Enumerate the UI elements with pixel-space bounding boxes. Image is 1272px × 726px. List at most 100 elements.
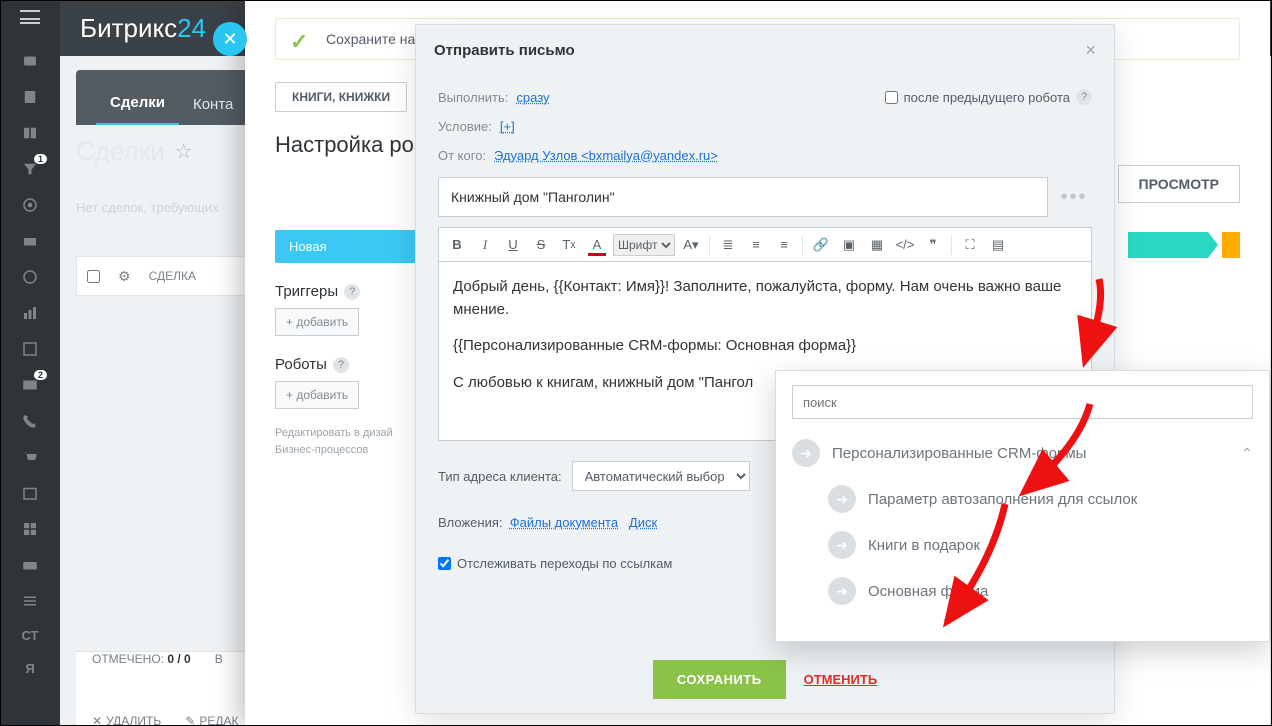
picker-group-label: Персонализированные CRM-формы: [832, 445, 1086, 462]
tab-deals[interactable]: Сделки: [96, 82, 179, 125]
favorite-icon[interactable]: ☆: [175, 139, 193, 164]
rail-phone-icon[interactable]: [19, 412, 41, 430]
condition-label: Условие:: [438, 119, 492, 134]
from-label: От кого:: [438, 148, 486, 163]
menu-icon[interactable]: [20, 10, 40, 24]
attach-docs-link[interactable]: Файлы документа: [510, 515, 618, 530]
table-icon[interactable]: ▦: [865, 233, 889, 257]
rail-cart-icon[interactable]: [19, 448, 41, 466]
fullscreen-icon[interactable]: ⛶: [958, 233, 982, 257]
tab-contacts[interactable]: Конта: [179, 84, 247, 125]
rail-apps-icon[interactable]: [19, 520, 41, 538]
rail-funnel-icon[interactable]: 1: [19, 160, 41, 178]
add-trigger-button[interactable]: + добавить: [275, 308, 359, 336]
editor-toolbar: B I U S Tx A Шрифт A▾ ≣ ≡ ≡ 🔗 ▣ ▦ </> ❞ …: [438, 227, 1092, 261]
select-all-checkbox[interactable]: [87, 270, 100, 283]
font-select[interactable]: Шрифт: [613, 234, 675, 256]
number-list-icon[interactable]: ≡: [744, 233, 768, 257]
subject-input[interactable]: [438, 177, 1048, 217]
addr-type-select[interactable]: Автоматический выбор: [572, 461, 750, 491]
rail-sliders-icon[interactable]: [19, 592, 41, 610]
attach-disk-link[interactable]: Диск: [629, 515, 657, 530]
execute-label: Выполнить:: [438, 90, 508, 105]
pipeline-button[interactable]: КНИГИ, КНИЖКИ: [275, 82, 407, 112]
modal-close-icon[interactable]: ×: [1085, 40, 1096, 61]
bullet-list-icon[interactable]: ≣: [716, 233, 740, 257]
image-icon[interactable]: ▣: [837, 233, 861, 257]
attach-label: Вложения:: [438, 515, 503, 530]
footer-edit[interactable]: ✎ РЕДАК: [185, 714, 238, 726]
clear-format-icon[interactable]: Tx: [557, 233, 581, 257]
empty-deals-text: Нет сделок, требующих: [76, 200, 219, 215]
picker-item[interactable]: ➜ Параметр автозаполнения для ссылок: [828, 485, 1253, 513]
after-prev-checkbox[interactable]: [885, 91, 898, 104]
footer-delete[interactable]: ✕ УДАЛИТЬ: [92, 714, 161, 726]
from-link[interactable]: Эдуард Узлов <bxmailya@yandex.ru>: [494, 148, 718, 163]
settings-icon[interactable]: ▤: [986, 233, 1010, 257]
rail-android-icon[interactable]: [19, 52, 41, 70]
preview-button[interactable]: ПРОСМОТР: [1118, 165, 1240, 203]
rail-book-icon[interactable]: [19, 124, 41, 142]
page-title: Сделки: [76, 136, 165, 167]
align-icon[interactable]: ≡: [772, 233, 796, 257]
save-button[interactable]: СОХРАНИТЬ: [653, 660, 786, 699]
modal-footer: СОХРАНИТЬ ОТМЕНИТЬ: [416, 645, 1114, 713]
brand-name: Битрикс: [80, 13, 177, 44]
editor-line: {{Персонализированные CRM-формы: Основна…: [453, 335, 1077, 358]
execute-value-link[interactable]: сразу: [516, 90, 549, 105]
rail-badge: 1: [34, 154, 47, 164]
picker-item-label: Книги в подарок: [868, 537, 980, 554]
condition-link[interactable]: [+]: [500, 119, 515, 134]
font-color-icon[interactable]: A: [585, 233, 609, 257]
picker-item[interactable]: ➜ Книги в подарок: [828, 531, 1253, 559]
rail-badge: 2: [34, 370, 47, 380]
picker-group[interactable]: ➜ Персонализированные CRM-формы ⌃: [792, 439, 1253, 467]
left-nav-rail: 1 2 СТ Я: [0, 0, 60, 726]
picker-item-label: Параметр автозаполнения для ссылок: [868, 491, 1137, 508]
link-icon[interactable]: 🔗: [809, 233, 833, 257]
picker-item[interactable]: ➜ Основная форма: [828, 577, 1253, 605]
subject-more-icon[interactable]: •••: [1056, 177, 1092, 217]
brand-suffix: 24: [177, 13, 206, 44]
rail-calendar-icon[interactable]: [19, 484, 41, 502]
stage-success[interactable]: [1128, 232, 1218, 258]
stage-fail[interactable]: [1222, 232, 1240, 258]
track-links-checkbox[interactable]: [438, 557, 451, 570]
after-prev-label: после предыдущего робота: [904, 90, 1070, 105]
code-icon[interactable]: </>: [893, 233, 917, 257]
track-links-label: Отслеживать переходы по ссылкам: [457, 556, 672, 571]
rail-check-icon[interactable]: [19, 340, 41, 358]
modal-header: Отправить письмо ×: [416, 25, 1114, 75]
help-icon[interactable]: ?: [1076, 89, 1092, 105]
picker-item-label: Основная форма: [868, 583, 988, 600]
add-robot-button[interactable]: + добавить: [275, 381, 359, 409]
cancel-button[interactable]: ОТМЕНИТЬ: [804, 672, 878, 687]
strike-icon[interactable]: S: [529, 233, 553, 257]
field-picker-popover: ➜ Персонализированные CRM-формы ⌃ ➜ Пара…: [775, 370, 1270, 642]
help-icon[interactable]: ?: [333, 357, 349, 373]
rail-cash-icon[interactable]: [19, 556, 41, 574]
grid-settings-icon[interactable]: ⚙: [118, 268, 131, 285]
rail-box-icon[interactable]: [19, 232, 41, 250]
quote-icon[interactable]: ❞: [921, 233, 945, 257]
underline-icon[interactable]: U: [501, 233, 525, 257]
rail-ya[interactable]: Я: [25, 661, 34, 676]
font-size-icon[interactable]: A▾: [679, 233, 703, 257]
selected-counter: ОТМЕЧЕНО: 0 / 0: [92, 652, 191, 666]
bold-icon[interactable]: B: [445, 233, 469, 257]
rail-clock-icon[interactable]: [19, 268, 41, 286]
rail-ct[interactable]: СТ: [21, 628, 38, 643]
help-icon[interactable]: ?: [344, 284, 360, 300]
rail-chart-icon[interactable]: [19, 304, 41, 322]
page-title-row: Сделки ☆: [76, 136, 193, 167]
rail-target-icon[interactable]: [19, 196, 41, 214]
arrow-right-icon: ➜: [792, 439, 820, 467]
rail-doc-icon[interactable]: [19, 88, 41, 106]
stage-strip: [1128, 232, 1240, 258]
chevron-up-icon: ⌃: [1241, 445, 1253, 462]
close-panel-button[interactable]: ✕: [213, 22, 247, 56]
picker-search-input[interactable]: [792, 385, 1253, 419]
rail-mail-icon[interactable]: 2: [19, 376, 41, 394]
footer-all: В: [215, 652, 223, 666]
italic-icon[interactable]: I: [473, 233, 497, 257]
